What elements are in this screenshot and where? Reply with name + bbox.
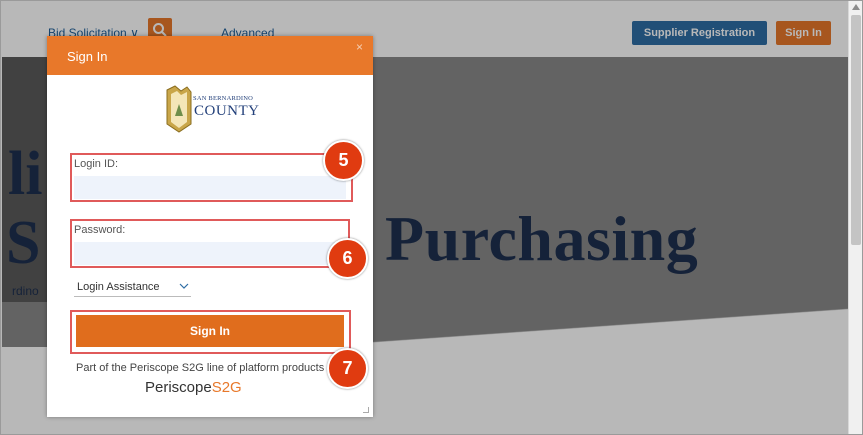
chevron-down-icon	[179, 283, 189, 289]
password-input[interactable]	[74, 242, 346, 265]
county-logo: SAN BERNARDINO COUNTY	[161, 84, 261, 134]
password-label: Password:	[74, 224, 126, 236]
app-window: Bid Solicitation ∨ Advanced Supplier Reg…	[0, 0, 863, 435]
logo-line-2: COUNTY	[194, 103, 260, 119]
login-assistance-label: Login Assistance	[77, 281, 160, 293]
sign-in-button[interactable]: Sign In	[76, 315, 344, 347]
logo-line-1: SAN BERNARDINO	[193, 95, 254, 102]
login-id-label: Login ID:	[74, 158, 119, 170]
step-callout-6: 6	[327, 238, 368, 279]
close-icon[interactable]: ×	[356, 40, 363, 54]
periscope-logo: PeriscopeS2G	[145, 379, 242, 396]
step-callout-5: 5	[323, 140, 364, 181]
platform-footer-text: Part of the Periscope S2G line of platfo…	[76, 362, 325, 374]
step-callout-7: 7	[327, 348, 368, 389]
dialog-title: Sign In	[67, 49, 108, 64]
sign-in-dialog: Sign In × SAN BERNARDINO COUNTY Login ID…	[47, 36, 373, 417]
login-assistance-dropdown[interactable]: Login Assistance	[74, 279, 191, 297]
resize-grip-icon[interactable]	[363, 407, 369, 413]
periscope-logo-accent: S2G	[211, 379, 242, 396]
vertical-scrollbar[interactable]	[848, 1, 862, 434]
scrollbar-thumb[interactable]	[851, 15, 861, 245]
periscope-logo-main: Periscope	[145, 379, 212, 396]
dialog-header: Sign In ×	[47, 36, 373, 75]
scroll-up-arrow-icon[interactable]	[852, 4, 860, 10]
login-id-input[interactable]	[74, 176, 346, 199]
